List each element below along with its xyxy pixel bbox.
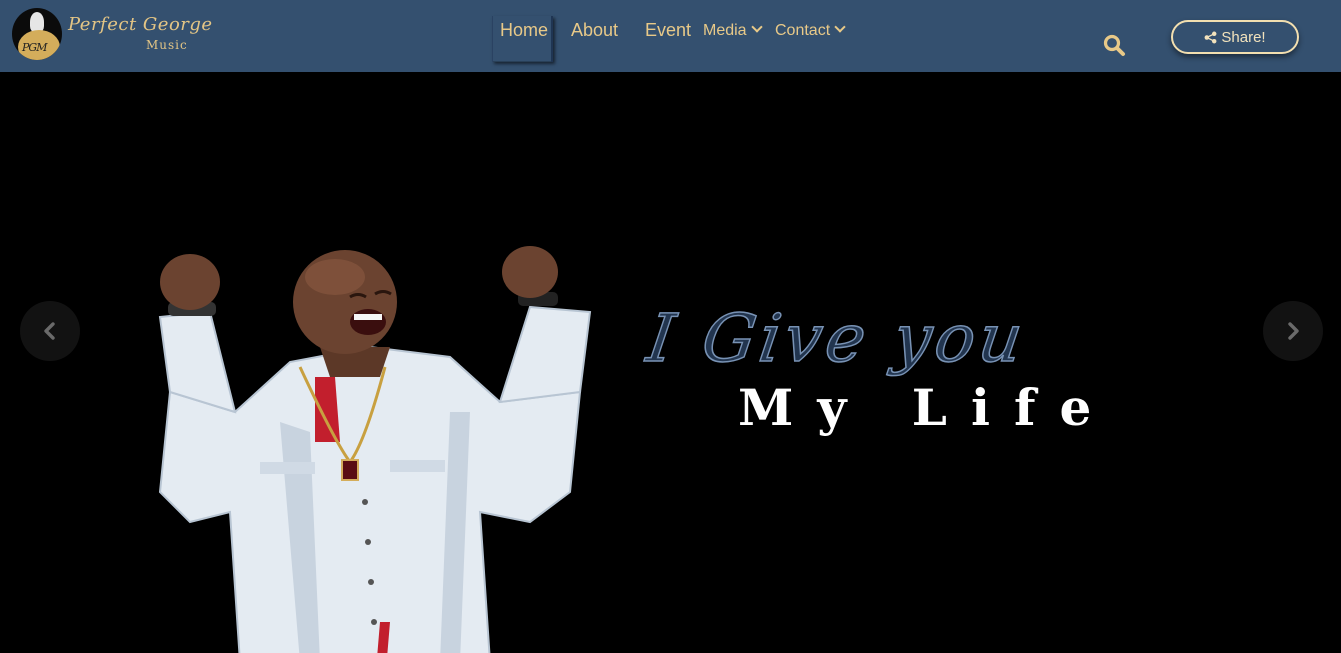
chevron-down-icon [750,21,763,33]
nav-contact[interactable]: Contact [775,21,846,40]
carousel-next-button[interactable] [1263,301,1323,361]
nav-media[interactable]: Media [703,21,763,40]
nav-about[interactable]: About [571,20,618,41]
hero-caption-line1: I Give you [642,299,1032,378]
chevron-down-icon [834,21,846,33]
nav-event[interactable]: Event [645,20,691,41]
brand-name: Perfect George [68,14,213,35]
brand-logo[interactable]: PGM Perfect George Music [10,6,220,66]
search-button[interactable] [1102,33,1128,59]
search-icon [1103,34,1125,56]
share-button[interactable]: Share! [1171,20,1299,54]
logo-emblem: PGM [12,8,62,60]
share-icon [1204,31,1217,43]
brand-subtitle: Music [146,38,188,52]
chevron-left-icon [44,322,55,340]
carousel-prev-button[interactable] [20,301,80,361]
logo-badge-text: PGM [22,41,47,54]
chevron-right-icon [1288,322,1299,340]
nav-home[interactable]: Home [500,20,548,41]
nav-media-label: Media [703,22,747,39]
nav-contact-label: Contact [775,22,831,39]
share-label: Share! [1221,28,1266,46]
hero-singer-image [158,246,592,653]
hero-caption-line2: My Life [738,378,1116,437]
hero-carousel: I Give you My Life [0,72,1341,653]
top-navbar: PGM Perfect George Music Home About Even… [0,0,1341,72]
singer-silhouette-icon [30,12,44,32]
